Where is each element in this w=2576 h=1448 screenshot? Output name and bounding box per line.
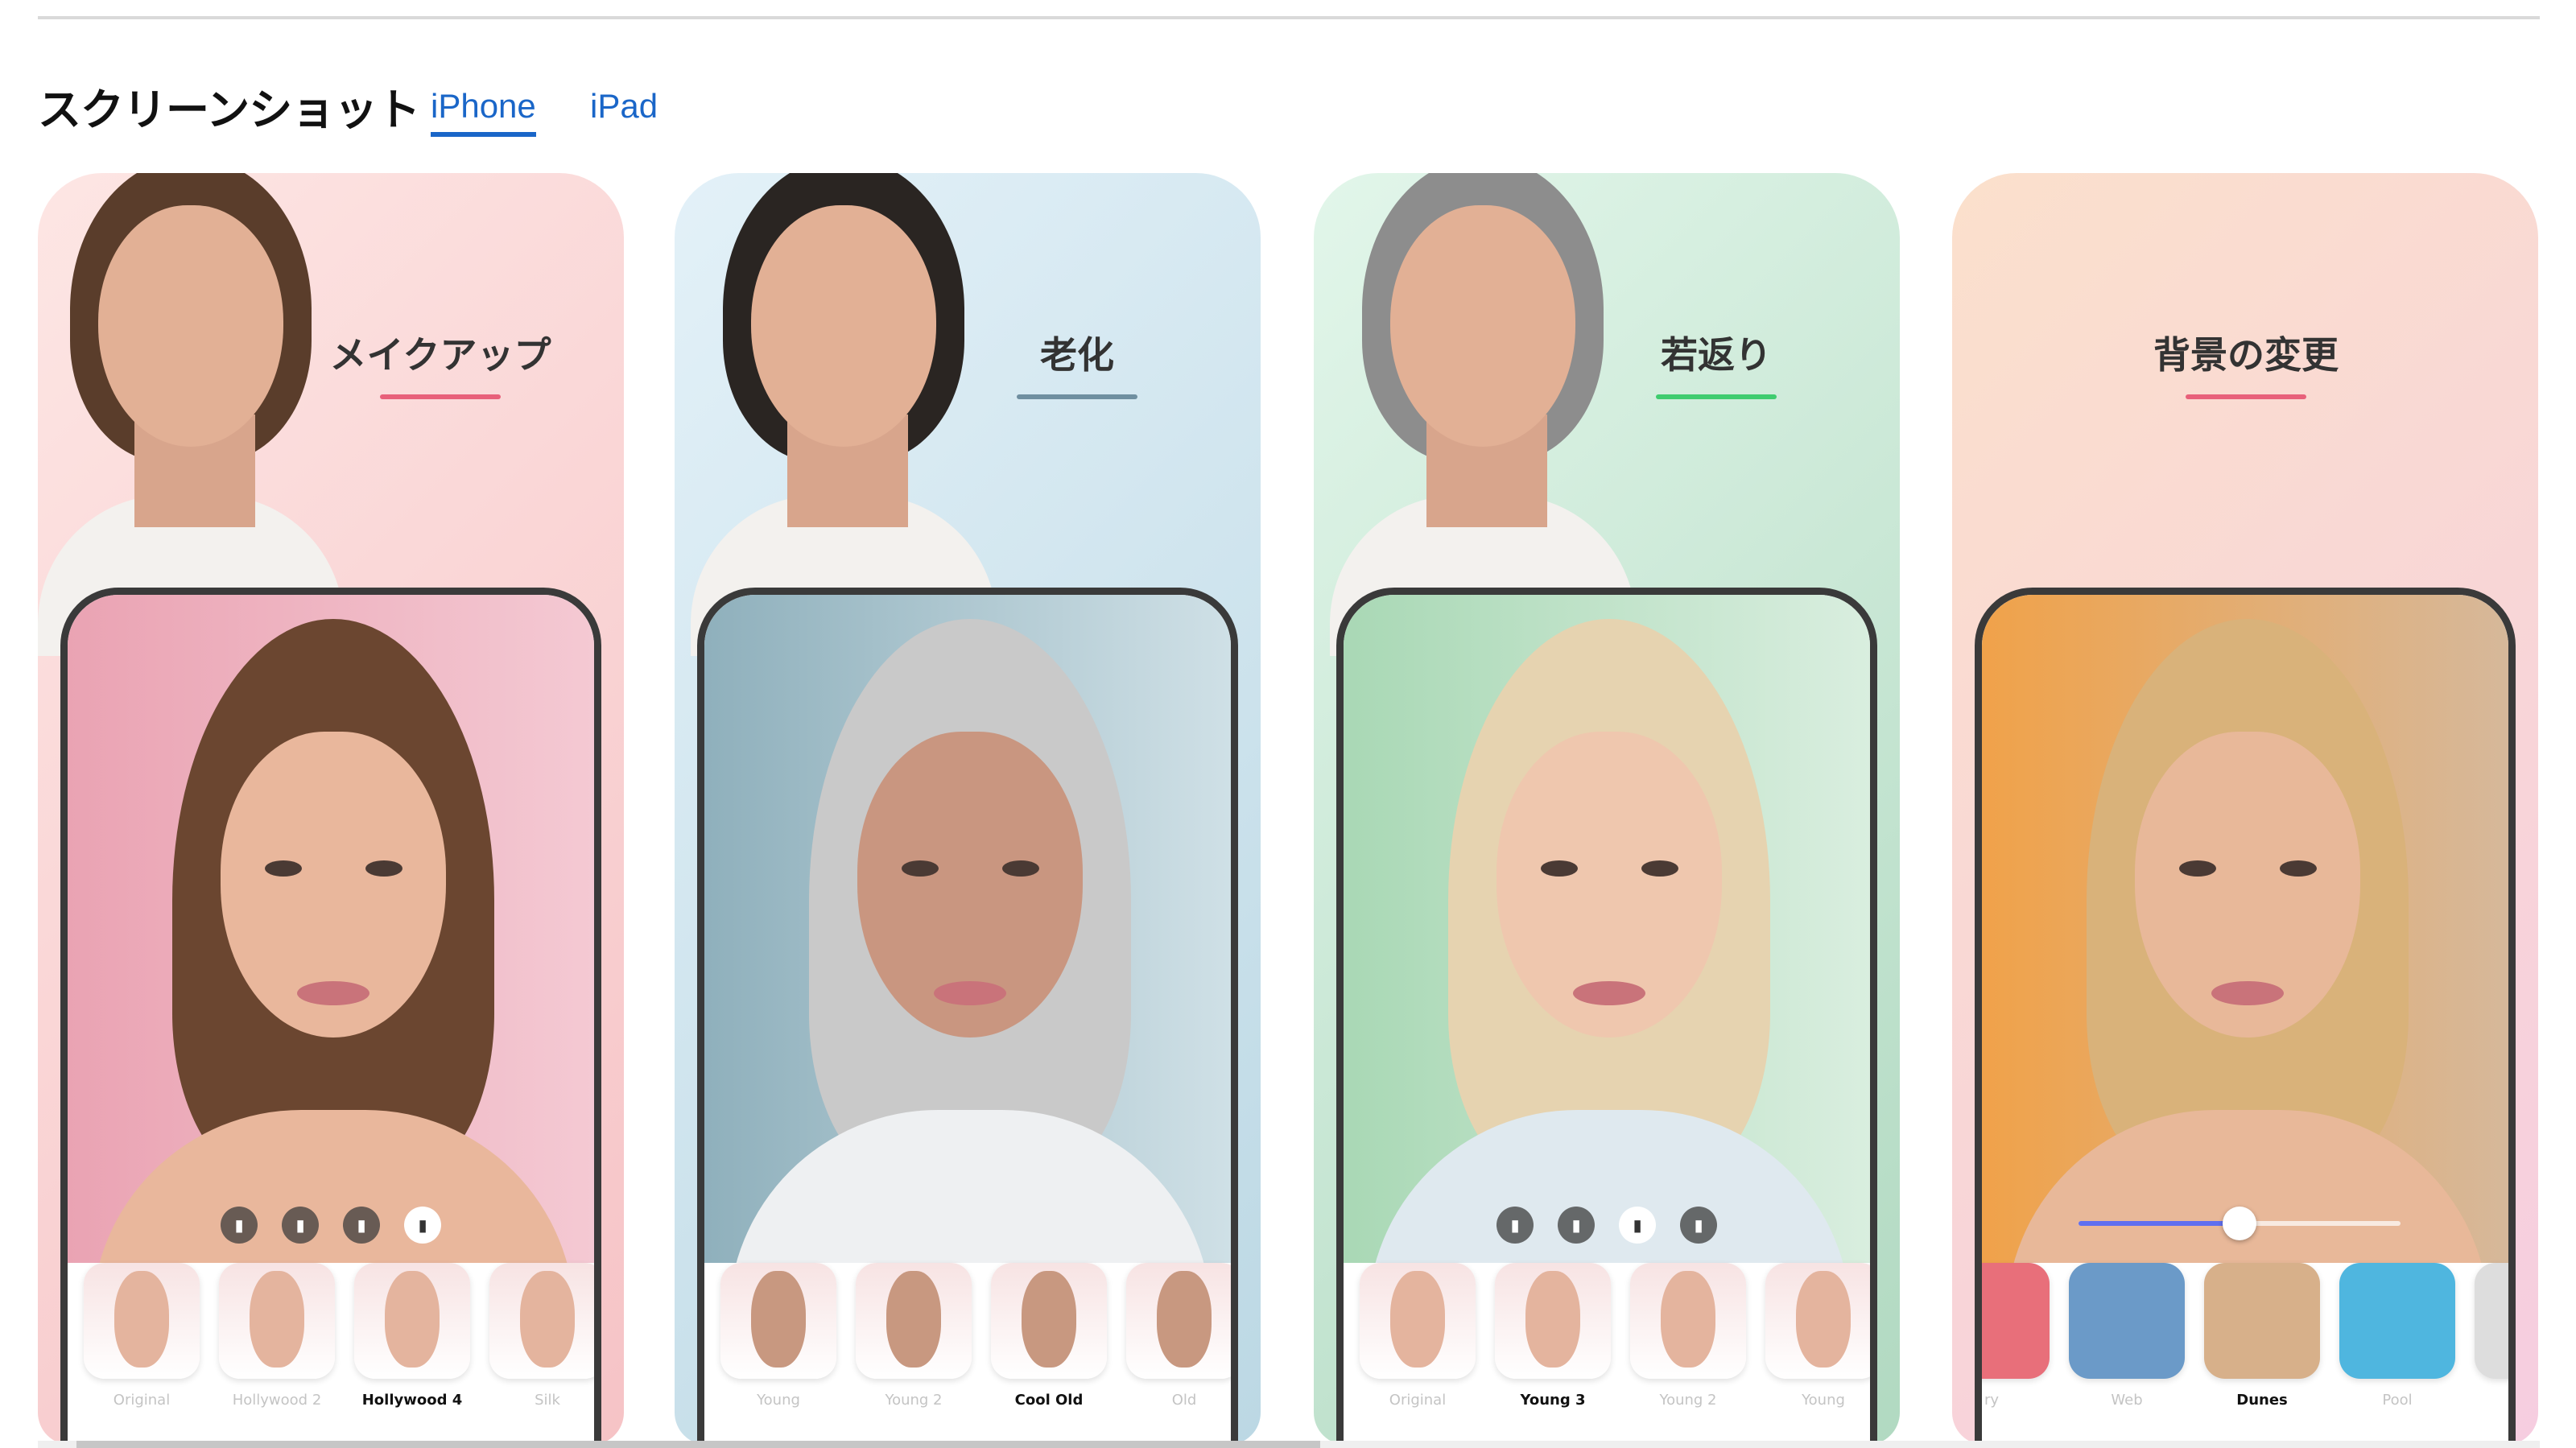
filter-label: Cool Old: [1014, 1392, 1084, 1409]
filter-thumbnail[interactable]: [489, 1263, 594, 1379]
tab-iphone[interactable]: iPhone: [431, 87, 536, 137]
filter-label: Young: [1802, 1392, 1845, 1409]
filter-label: Pool: [2382, 1392, 2413, 1409]
filter-label: Original: [113, 1392, 171, 1409]
filter-thumbnail[interactable]: [2475, 1263, 2508, 1379]
horizontal-scrollbar[interactable]: [38, 1441, 2540, 1448]
caption-underline: [1656, 394, 1777, 399]
filter-label: Old: [1171, 1392, 1197, 1409]
card-caption: メイクアップ: [329, 333, 551, 377]
filter-label: Original: [1389, 1392, 1447, 1409]
filter-label: Wo: [2475, 1392, 2508, 1409]
face-photo: [1982, 595, 2508, 1319]
phone-mockup: ry Web Dunes Pool Wo: [1975, 588, 2516, 1445]
screenshot-card[interactable]: メイクアップ ▮ ▮ ▮ ▮ Original Hollywood 2 Hollywo…: [38, 173, 624, 1445]
slider-knob[interactable]: [2223, 1207, 2256, 1240]
filter-strip: Young Young 2 Cool Old Old: [704, 1263, 1231, 1445]
intensity-level-button[interactable]: ▮: [1496, 1207, 1534, 1244]
filter-thumbnail[interactable]: [991, 1263, 1107, 1379]
filter-label: Young 3: [1520, 1392, 1586, 1409]
card-caption: 背景の変更: [2153, 333, 2339, 377]
intensity-level-button[interactable]: ▮: [343, 1207, 380, 1244]
filter-strip: Original Hollywood 2 Hollywood 4 Silk: [68, 1263, 594, 1445]
filter-label: Young 2: [1659, 1392, 1717, 1409]
intensity-level-button[interactable]: ▮: [282, 1207, 319, 1244]
intensity-levels: ▮ ▮ ▮ ▮: [68, 1207, 594, 1244]
phone-mockup: ▮ ▮ ▮ ▮ Original Hollywood 2 Hollywood 4 Si…: [60, 588, 601, 1445]
tab-ipad[interactable]: iPad: [590, 87, 658, 126]
filter-label: Web: [2111, 1392, 2143, 1409]
filter-label: Young: [757, 1392, 800, 1409]
filter-thumbnail[interactable]: [2339, 1263, 2455, 1379]
caption-underline: [380, 394, 501, 399]
screenshot-card[interactable]: 背景の変更 ry Web Dunes Pool Wo: [1952, 173, 2538, 1445]
filter-thumbnail[interactable]: [856, 1263, 972, 1379]
screenshot-card[interactable]: 若返り ▮ ▮ ▮ ▮ Original Young 3 Young 2 Young: [1314, 173, 1900, 1445]
intensity-levels: ▮ ▮ ▮ ▮: [1344, 1207, 1870, 1244]
face-photo: [1344, 595, 1870, 1319]
filter-thumbnail[interactable]: [1982, 1263, 2050, 1379]
intensity-level-button[interactable]: ▮: [404, 1207, 441, 1244]
face-photo: [68, 595, 594, 1319]
filter-strip: ry Web Dunes Pool Wo: [1982, 1263, 2508, 1445]
filter-thumbnail[interactable]: [1495, 1263, 1611, 1379]
filter-label: ry: [1984, 1392, 2000, 1409]
intensity-level-button[interactable]: ▮: [221, 1207, 258, 1244]
filter-thumbnail[interactable]: [354, 1263, 470, 1379]
caption-underline: [2186, 394, 2306, 399]
filter-thumbnail[interactable]: [1630, 1263, 1746, 1379]
filter-thumbnail[interactable]: [84, 1263, 200, 1379]
filter-thumbnail[interactable]: [1765, 1263, 1870, 1379]
filter-thumbnail[interactable]: [720, 1263, 836, 1379]
model-portrait: [1330, 173, 1636, 656]
filter-label: Hollywood 4: [361, 1392, 463, 1409]
filter-strip: Original Young 3 Young 2 Young: [1344, 1263, 1870, 1445]
card-caption: 老化: [1040, 333, 1114, 377]
scrollbar-thumb[interactable]: [76, 1441, 1320, 1448]
intensity-level-button[interactable]: ▮: [1619, 1207, 1656, 1244]
section-title: スクリーンショット: [38, 85, 420, 135]
face-photo: [704, 595, 1231, 1319]
filter-thumbnail[interactable]: [219, 1263, 335, 1379]
phone-mockup: Young Young 2 Cool Old Old: [697, 588, 1238, 1445]
intensity-level-button[interactable]: ▮: [1558, 1207, 1595, 1244]
model-portrait: [38, 173, 344, 656]
filter-thumbnail[interactable]: [1126, 1263, 1231, 1379]
filter-label: Hollywood 2: [232, 1392, 322, 1409]
filter-thumbnail[interactable]: [2204, 1263, 2320, 1379]
filter-thumbnail[interactable]: [1360, 1263, 1476, 1379]
screenshot-card[interactable]: 老化 Young Young 2 Cool Old Old: [675, 173, 1261, 1445]
filter-label: Young 2: [885, 1392, 943, 1409]
filter-label: Silk: [535, 1392, 560, 1409]
model-portrait: [691, 173, 997, 656]
intensity-level-button[interactable]: ▮: [1680, 1207, 1717, 1244]
filter-thumbnail[interactable]: [2069, 1263, 2185, 1379]
card-caption: 若返り: [1661, 333, 1772, 377]
section-divider: [38, 16, 2540, 19]
phone-mockup: ▮ ▮ ▮ ▮ Original Young 3 Young 2 Young: [1336, 588, 1877, 1445]
blend-slider[interactable]: [2079, 1207, 2401, 1240]
filter-label: Dunes: [2236, 1392, 2288, 1409]
caption-underline: [1017, 394, 1137, 399]
